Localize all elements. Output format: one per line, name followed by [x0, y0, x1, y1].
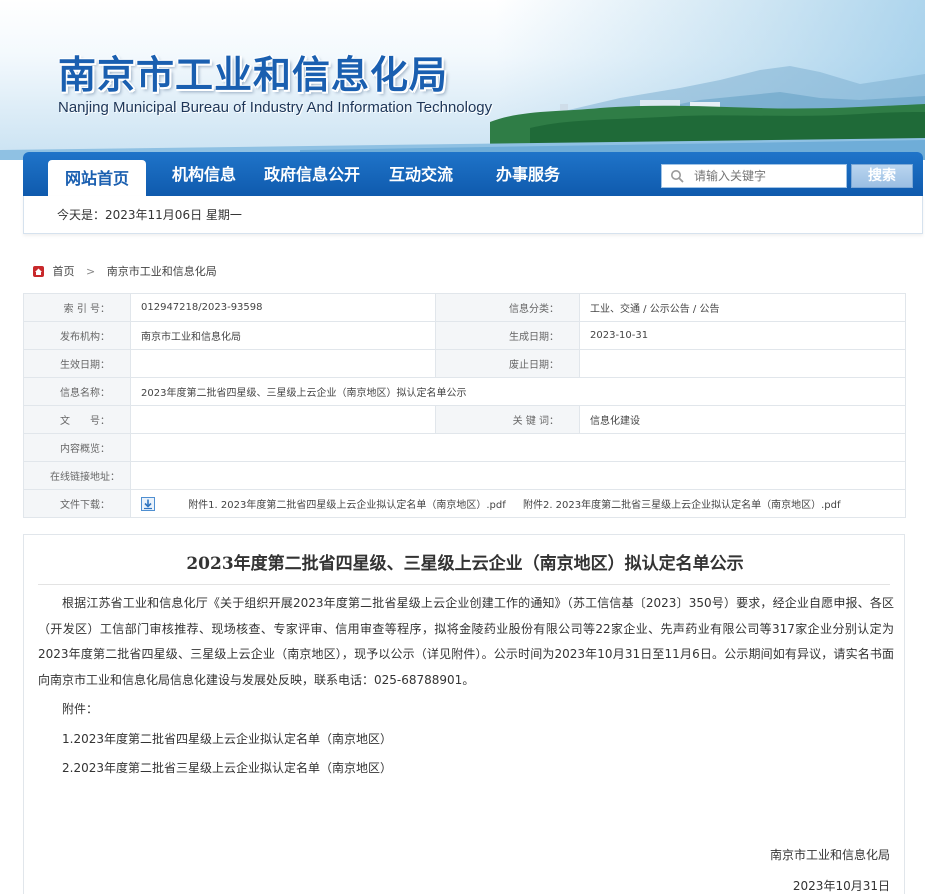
- summary-value: [130, 433, 906, 462]
- search-input[interactable]: [694, 167, 842, 185]
- index-value: 012947218/2023-93598: [130, 293, 436, 322]
- attachment-link-2[interactable]: 附件2. 2023年度第二批省三星级上云企业拟认定名单（南京地区）.pdf: [523, 500, 841, 511]
- download-icon: [141, 497, 155, 511]
- article-paragraph: 根据江苏省工业和信息化厅《关于组织开展2023年度第二批省星级上云企业创建工作的…: [38, 596, 894, 687]
- doc-number-label: 文 号：: [23, 405, 131, 434]
- signature-org: 南京市工业和信息化局: [769, 848, 890, 862]
- publisher-label: 发布机构：: [23, 321, 131, 350]
- breadcrumb: 首页 > 南京市工业和信息化局: [33, 263, 217, 279]
- doc-number-value: [130, 405, 436, 434]
- download-cell: 附件1. 2023年度第二批省四星级上云企业拟认定名单（南京地区）.pdf 附件…: [130, 489, 906, 518]
- article: 2023年度第二批省四星级、三星级上云企业（南京地区）拟认定名单公示 根据江苏省…: [23, 534, 905, 894]
- header-banner: 南京市工业和信息化局 Nanjing Municipal Bureau of I…: [0, 0, 925, 160]
- search-icon: [671, 170, 684, 183]
- attachment-item-2: 2.2023年度第二批省三星级上云企业拟认定名单（南京地区）: [62, 761, 392, 775]
- expire-date-value: [579, 349, 906, 378]
- table-row: 文件下载： 附件1. 2023年度第二批省四星级上云企业拟认定名单（南京地区）.…: [23, 489, 906, 518]
- attachment-heading: 附件：: [62, 702, 99, 716]
- signature-date: 2023年10月31日: [792, 879, 890, 893]
- info-name-value: 2023年度第二批省四星级、三星级上云企业（南京地区）拟认定名单公示: [130, 377, 906, 406]
- title-divider: [38, 584, 890, 585]
- download-label: 文件下载：: [23, 489, 131, 518]
- keywords-value: 信息化建设: [579, 405, 906, 434]
- home-icon: [33, 266, 44, 277]
- nav-services[interactable]: 办事服务: [496, 152, 560, 196]
- nav-gov-info[interactable]: 政府信息公开: [264, 152, 360, 196]
- category-label: 信息分类：: [435, 293, 580, 322]
- online-link-label: 在线链接地址：: [23, 461, 131, 490]
- expire-date-label: 废止日期：: [435, 349, 580, 378]
- search-button[interactable]: 搜索: [851, 164, 913, 188]
- table-row: 信息名称： 2023年度第二批省四星级、三星级上云企业（南京地区）拟认定名单公示: [23, 377, 906, 406]
- table-row: 发布机构： 南京市工业和信息化局 生成日期： 2023-10-31: [23, 321, 906, 350]
- search-box: [661, 164, 847, 188]
- breadcrumb-home[interactable]: 首页: [53, 265, 75, 278]
- site-title: 南京市工业和信息化局: [58, 52, 449, 97]
- summary-label: 内容概览：: [23, 433, 131, 462]
- breadcrumb-separator: >: [86, 265, 96, 278]
- main-nav: 网站首页 机构信息 政府信息公开 互动交流 办事服务 搜索: [23, 152, 923, 196]
- breadcrumb-current[interactable]: 南京市工业和信息化局: [107, 265, 217, 278]
- nav-home[interactable]: 网站首页: [48, 160, 146, 196]
- today-date: 今天是：2023年11月06日 星期一: [57, 208, 242, 222]
- table-row: 文 号： 关 键 词： 信息化建设: [23, 405, 906, 434]
- created-date-value: 2023-10-31: [579, 321, 906, 350]
- table-row: 生效日期： 废止日期：: [23, 349, 906, 378]
- table-row: 在线链接地址：: [23, 461, 906, 490]
- table-row: 索 引 号： 012947218/2023-93598 信息分类： 工业、交通 …: [23, 293, 906, 322]
- article-body: 根据江苏省工业和信息化厅《关于组织开展2023年度第二批省星级上云企业创建工作的…: [38, 591, 894, 782]
- keywords-label: 关 键 词：: [435, 405, 580, 434]
- attachment-link-1[interactable]: 附件1. 2023年度第二批省四星级上云企业拟认定名单（南京地区）.pdf: [188, 500, 506, 511]
- index-label: 索 引 号：: [23, 293, 131, 322]
- date-bar: 今天是：2023年11月06日 星期一: [23, 196, 923, 234]
- nav-organization[interactable]: 机构信息: [172, 152, 236, 196]
- table-row: 内容概览：: [23, 433, 906, 462]
- created-date-label: 生成日期：: [435, 321, 580, 350]
- effective-date-label: 生效日期：: [23, 349, 131, 378]
- category-value: 工业、交通 / 公示公告 / 公告: [579, 293, 906, 322]
- publisher-value: 南京市工业和信息化局: [130, 321, 436, 350]
- attachment-item-1: 1.2023年度第二批省四星级上云企业拟认定名单（南京地区）: [62, 731, 392, 746]
- info-table: 索 引 号： 012947218/2023-93598 信息分类： 工业、交通 …: [23, 293, 906, 518]
- article-title: 2023年度第二批省四星级、三星级上云企业（南京地区）拟认定名单公示: [186, 554, 744, 574]
- online-link-value: [130, 461, 906, 490]
- nav-interaction[interactable]: 互动交流: [389, 152, 453, 196]
- site-subtitle: Nanjing Municipal Bureau of Industry And…: [58, 99, 493, 116]
- info-name-label: 信息名称：: [23, 377, 131, 406]
- effective-date-value: [130, 349, 436, 378]
